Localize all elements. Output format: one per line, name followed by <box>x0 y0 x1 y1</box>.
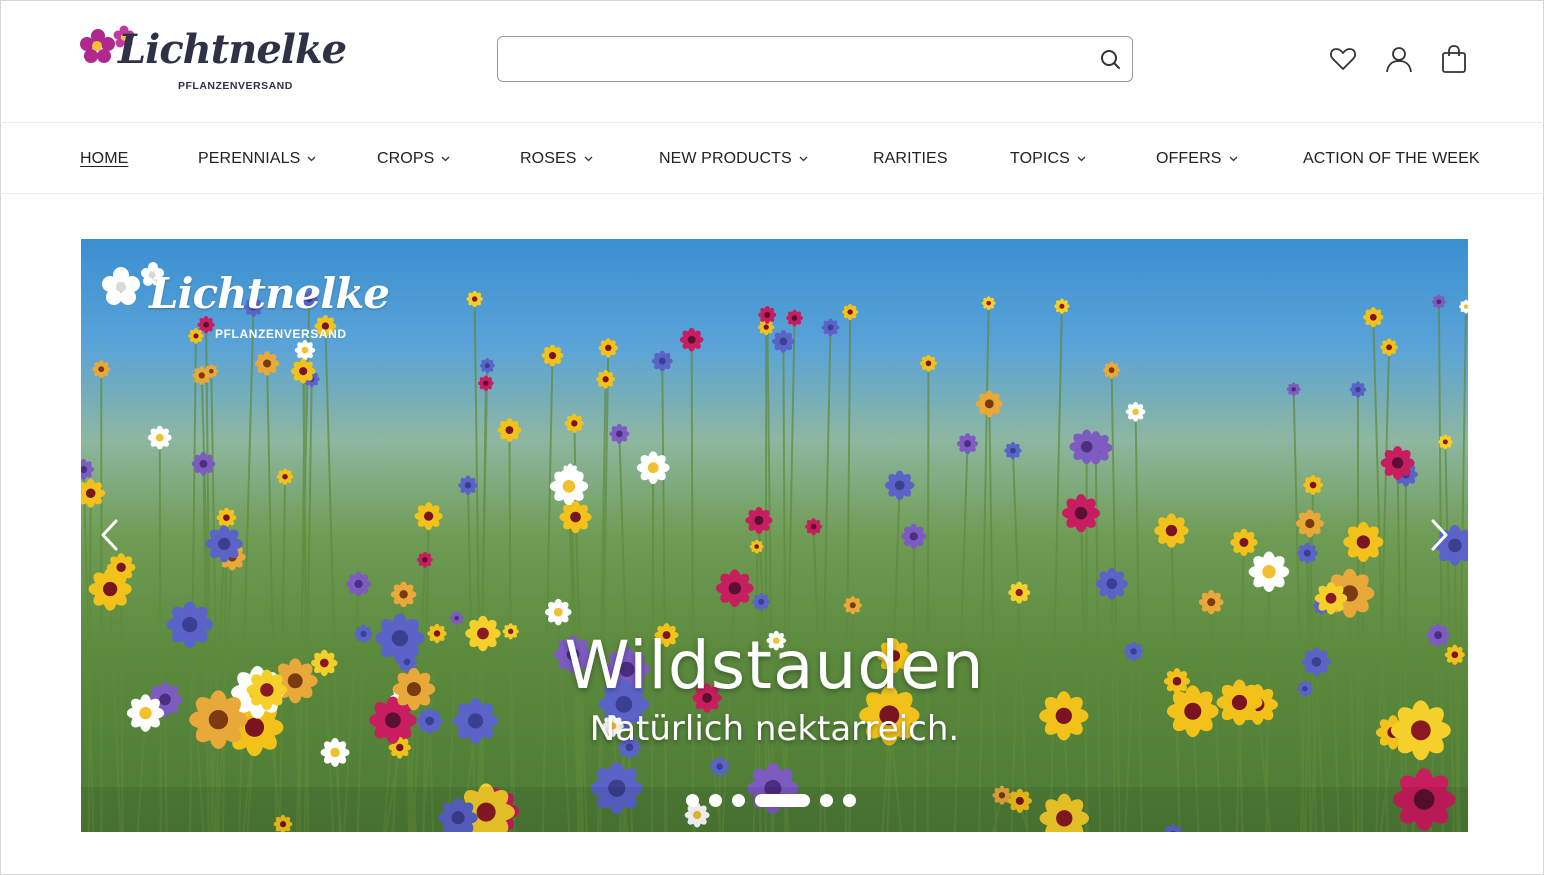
hero-logo-tagline: PFLANZENVERSAND <box>215 327 347 341</box>
nav-item-home[interactable]: HOME <box>80 150 128 168</box>
chevron-down-icon <box>1077 156 1086 162</box>
slider-dot[interactable] <box>843 793 856 807</box>
nav-item-rarities[interactable]: RARITIES <box>873 150 948 168</box>
shopping-bag-icon[interactable] <box>1439 44 1469 74</box>
search-icon[interactable] <box>1098 47 1122 71</box>
slider-pagination <box>686 791 866 809</box>
nav-item-offers[interactable]: OFFERS <box>1156 150 1238 168</box>
slider-dot[interactable] <box>709 793 722 807</box>
nav-item-label: ACTION OF THE WEEK <box>1303 150 1480 167</box>
slider-dot[interactable] <box>820 793 833 807</box>
nav-item-new-products[interactable]: NEW PRODUCTS <box>659 150 808 168</box>
nav-item-topics[interactable]: TOPICS <box>1010 150 1086 168</box>
slider-dot[interactable] <box>686 793 699 807</box>
search-input[interactable] <box>510 45 1070 73</box>
hero-subtitle: Natürlich nektarreich. <box>589 709 960 749</box>
nav-item-label: PERENNIALS <box>198 150 301 167</box>
nav-item-label: TOPICS <box>1010 150 1070 167</box>
nav-item-label: OFFERS <box>1156 150 1222 167</box>
logo-tagline: PFLANZENVERSAND <box>178 80 293 92</box>
nav-item-crops[interactable]: CROPS <box>377 150 450 168</box>
nav-item-label: RARITIES <box>873 150 948 167</box>
nav-item-perennials[interactable]: PERENNIALS <box>198 150 316 168</box>
slider-dot[interactable] <box>732 793 745 807</box>
hero-logo-wordmark: Lichtnelke <box>149 269 390 318</box>
site-logo[interactable]: Lichtnelke PFLANZENVERSAND <box>80 22 347 98</box>
slider-dot[interactable] <box>755 793 810 807</box>
nav-item-label: ROSES <box>520 150 577 167</box>
chevron-left-icon[interactable] <box>95 517 125 553</box>
nav-item-action-of-the-week[interactable]: ACTION OF THE WEEK <box>1303 150 1480 168</box>
hero-logo: Lichtnelke PFLANZENVERSAND <box>101 259 390 349</box>
nav-item-label: CROPS <box>377 150 435 167</box>
user-icon[interactable] <box>1384 44 1414 74</box>
nav-item-roses[interactable]: ROSES <box>520 150 593 168</box>
chevron-down-icon <box>799 156 808 162</box>
chevron-down-icon <box>584 156 592 162</box>
site-header: Lichtnelke PFLANZENVERSAND <box>0 0 1544 123</box>
main-navigation: HOME PERENNIALS CROPS ROSES NEW PRODUCTS… <box>0 124 1544 194</box>
nav-item-label: NEW PRODUCTS <box>659 150 792 167</box>
chevron-down-icon <box>307 156 316 162</box>
search-bar <box>497 36 1133 82</box>
chevron-right-icon[interactable] <box>1424 517 1454 553</box>
heart-icon[interactable] <box>1328 44 1358 74</box>
hero-title: Wildstauden <box>564 627 985 704</box>
hero-slider[interactable]: Lichtnelke PFLANZENVERSAND Wildstauden N… <box>81 239 1468 832</box>
logo-wordmark: Lichtnelke <box>118 26 347 73</box>
chevron-down-icon <box>1229 156 1237 162</box>
chevron-down-icon <box>441 156 450 162</box>
nav-item-label: HOME <box>80 150 129 167</box>
